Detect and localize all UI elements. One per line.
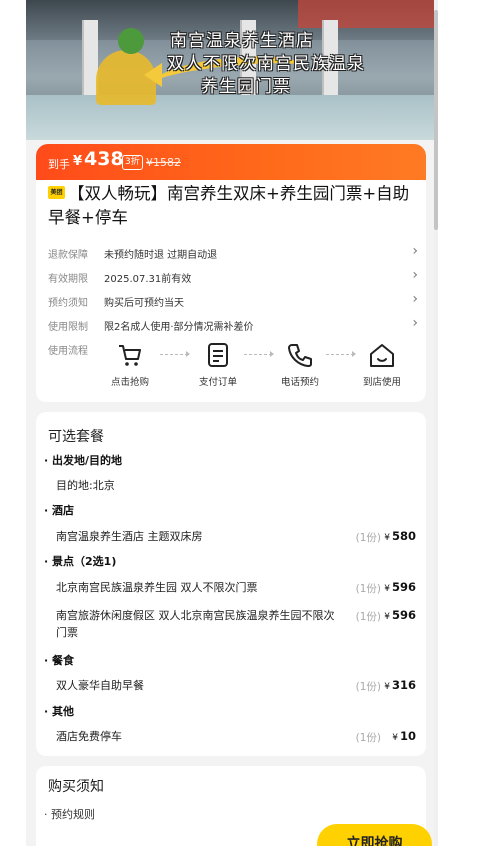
phone-icon: [288, 344, 312, 367]
info-text: 限2名成人使用·部分情况需补差价: [104, 322, 254, 333]
hero-caption-line1: 南宫温泉养生酒店: [170, 31, 314, 51]
section-heading-attractions: · 景点（2选1): [44, 555, 117, 568]
package-item-name: 双人豪华自助早餐: [56, 679, 144, 692]
flow-step-label: 点击抢购: [110, 377, 149, 388]
info-text: 2025.07.31前有效: [104, 274, 192, 285]
info-row-limits[interactable]: 使用限制 限2名成人使用·部分情况需补差价 ›: [48, 314, 418, 334]
cart-icon: [119, 345, 141, 366]
info-label: 有效期限: [48, 274, 88, 285]
package-item-name: 北京南宫民族温泉养生园 双人不限次门票: [56, 581, 258, 594]
info-row-booking[interactable]: 预约须知 购买后可预约当天 ›: [48, 290, 418, 310]
package-item-name: 南宫旅游休闲度假区 双人北京南宫民族温泉养生园不限次门票: [56, 609, 335, 639]
product-title: 【双人畅玩】南宫养生双床+养生园门票+自助早餐+停车: [48, 184, 410, 227]
flow-step-buy: 点击抢购: [100, 342, 160, 388]
info-label: 使用限制: [48, 322, 88, 333]
order-icon: [208, 343, 228, 367]
section-heading-departure: · 出发地/目的地: [44, 454, 123, 467]
home-icon: [370, 344, 394, 367]
chevron-right-icon: ›: [412, 243, 418, 259]
package-item-price: ¥596: [384, 580, 416, 594]
price-currency: ¥: [73, 154, 83, 169]
hero-caption-line3: 养生园门票: [201, 77, 291, 97]
flow-step-pay: 支付订单: [188, 342, 248, 388]
discount-badge: 3折: [122, 155, 143, 170]
package-item-price: ¥596: [384, 608, 416, 622]
package-card: 可选套餐 · 出发地/目的地 目的地:北京 · 酒店 南宫温泉养生酒店 主题双床…: [36, 412, 426, 756]
info-label: 退款保障: [48, 250, 88, 261]
buy-now-button[interactable]: 立即抢购: [317, 824, 432, 846]
package-item-qty: (1份): [355, 732, 381, 744]
package-item-price: ¥10: [392, 729, 416, 743]
info-row-validity[interactable]: 有效期限 2025.07.31前有效 ›: [48, 266, 418, 286]
package-item-qty: (1份): [355, 611, 381, 623]
package-title: 可选套餐: [48, 429, 104, 445]
price-value: 438: [84, 148, 124, 170]
hero-caption-line2: 双人不限次南宫民族温泉: [167, 54, 365, 74]
package-item-qty: (1份): [355, 583, 381, 595]
flow-step-visit: 到店使用: [352, 342, 412, 388]
package-item-qty: (1份): [355, 532, 381, 544]
chevron-right-icon: ›: [412, 315, 418, 331]
package-item-price: ¥580: [384, 529, 416, 543]
page: 南宫温泉养生酒店 双人不限次南宫民族温泉 养生园门票 美团 【双人畅玩】南宫养生…: [26, 0, 438, 846]
package-item-price: ¥316: [384, 678, 416, 692]
original-price: ¥1582: [146, 156, 181, 169]
notes-title: 购买须知: [48, 779, 104, 795]
product-info-card: 美团 【双人畅玩】南宫养生双床+养生园门票+自助早餐+停车 退款保障 未预约随时…: [36, 172, 426, 402]
info-text: 未预约随时退 过期自动退: [104, 250, 218, 261]
flow-step-label: 电话预约: [280, 377, 319, 388]
flow-step-label: 到店使用: [362, 377, 401, 388]
section-heading-meals: · 餐食: [44, 654, 75, 667]
package-item-qty: (1份): [355, 681, 381, 693]
info-text: 购买后可预约当天: [104, 298, 184, 309]
section-heading-hotel: · 酒店: [44, 504, 75, 517]
info-label: 预约须知: [48, 298, 88, 309]
package-item-name: 南宫温泉养生酒店 主题双床房: [56, 530, 203, 543]
chevron-right-icon: ›: [412, 267, 418, 283]
hero-image: 南宫温泉养生酒店 双人不限次南宫民族温泉 养生园门票: [26, 0, 438, 140]
scrollbar-thumb[interactable]: [434, 10, 438, 230]
scrollbar[interactable]: [434, 0, 438, 846]
notes-subheading: · 预约规则: [44, 808, 95, 821]
chevron-right-icon: ›: [412, 291, 418, 307]
section-heading-other: · 其他: [44, 705, 75, 718]
price-prefix: 到手: [48, 158, 70, 171]
package-item-name: 酒店免费停车: [56, 730, 122, 743]
flow-step-call: 电话预约: [270, 342, 330, 388]
info-row-refund[interactable]: 退款保障 未预约随时退 过期自动退 ›: [48, 242, 418, 262]
flow-label: 使用流程: [48, 346, 88, 357]
price-bar: 到手 ¥ 438 3折 ¥1582: [36, 144, 426, 180]
destination-line: 目的地:北京: [56, 479, 115, 492]
flow-step-label: 支付订单: [198, 377, 237, 388]
